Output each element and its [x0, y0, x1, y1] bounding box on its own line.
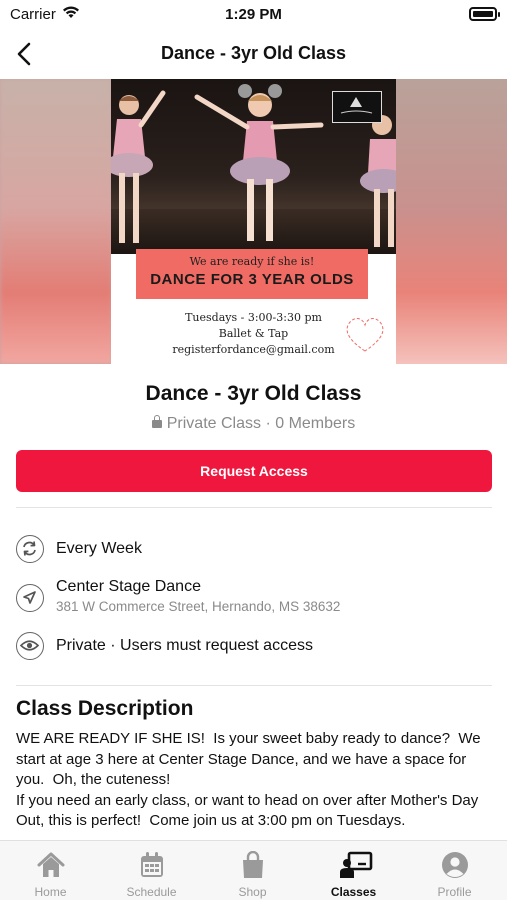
- class-title: Dance - 3yr Old Class: [145, 382, 362, 405]
- eye-icon: [16, 632, 44, 660]
- poster-photo: [111, 79, 396, 254]
- studio-logo: [332, 91, 382, 123]
- dancer-illustration: [194, 84, 324, 241]
- lock-icon: [151, 415, 162, 428]
- cover-blur-right: [396, 79, 507, 364]
- poster-headline: DANCE FOR 3 YEAR OLDS: [150, 271, 354, 288]
- description-title: Class Description: [16, 697, 194, 720]
- description-body: WE ARE READY IF SHE IS! Is your sweet ba…: [16, 730, 481, 829]
- tab-label: Schedule: [126, 885, 177, 899]
- class-meta: Private Class · 0 Members: [0, 415, 507, 433]
- studio-logo-mark: [340, 97, 373, 114]
- divider: [16, 507, 492, 508]
- tab-bar: Home Schedule Shop Classes Profile: [0, 840, 507, 900]
- location-name: Center Stage Dance: [56, 578, 201, 595]
- classes-icon: [340, 851, 373, 878]
- tab-profile[interactable]: Profile: [404, 841, 505, 900]
- request-access-button[interactable]: Request Access: [16, 450, 492, 492]
- battery-icon: [469, 7, 500, 21]
- cover-blur-left: [0, 79, 112, 364]
- location-row[interactable]: Center Stage Dance 381 W Commerce Street…: [16, 578, 492, 618]
- heart-doodle-icon: [346, 317, 384, 352]
- divider: [16, 685, 492, 686]
- privacy-text: Private · Users must request access: [56, 637, 313, 654]
- dancer-illustration: [111, 90, 166, 243]
- nav-header: Dance - 3yr Old Class: [0, 30, 507, 78]
- privacy-row: Private · Users must request access: [16, 632, 492, 662]
- class-cover-image: We are ready if she is! DANCE FOR 3 YEAR…: [0, 79, 507, 364]
- tab-label: Shop: [238, 885, 267, 899]
- tab-classes[interactable]: Classes: [303, 841, 404, 900]
- calendar-icon: [141, 852, 163, 877]
- tab-label: Profile: [437, 885, 472, 899]
- shopping-bag-icon: [243, 851, 263, 878]
- poster-tagline: We are ready if she is!: [189, 255, 315, 268]
- frequency-row: Every Week: [16, 535, 492, 565]
- tab-home[interactable]: Home: [0, 841, 101, 900]
- home-icon: [37, 852, 65, 877]
- tab-label: Home: [34, 885, 67, 899]
- page-title: Dance - 3yr Old Class: [160, 43, 347, 63]
- tab-label: Classes: [330, 885, 377, 899]
- class-poster: We are ready if she is! DANCE FOR 3 YEAR…: [111, 79, 396, 364]
- status-bar: Carrier 1:29 PM: [0, 0, 507, 30]
- clock: 1:29 PM: [225, 6, 282, 23]
- profile-icon: [442, 852, 468, 878]
- location-address: 381 W Commerce Street, Hernando, MS 3863…: [56, 599, 341, 614]
- poster-banner: We are ready if she is! DANCE FOR 3 YEAR…: [136, 249, 368, 299]
- class-meta-text: Private Class · 0 Members: [166, 415, 356, 432]
- tab-shop[interactable]: Shop: [202, 841, 303, 900]
- frequency-text: Every Week: [56, 540, 142, 557]
- dancer-illustration: [360, 115, 396, 247]
- location-arrow-icon: [16, 584, 44, 612]
- repeat-icon: [16, 535, 44, 563]
- tab-schedule[interactable]: Schedule: [101, 841, 202, 900]
